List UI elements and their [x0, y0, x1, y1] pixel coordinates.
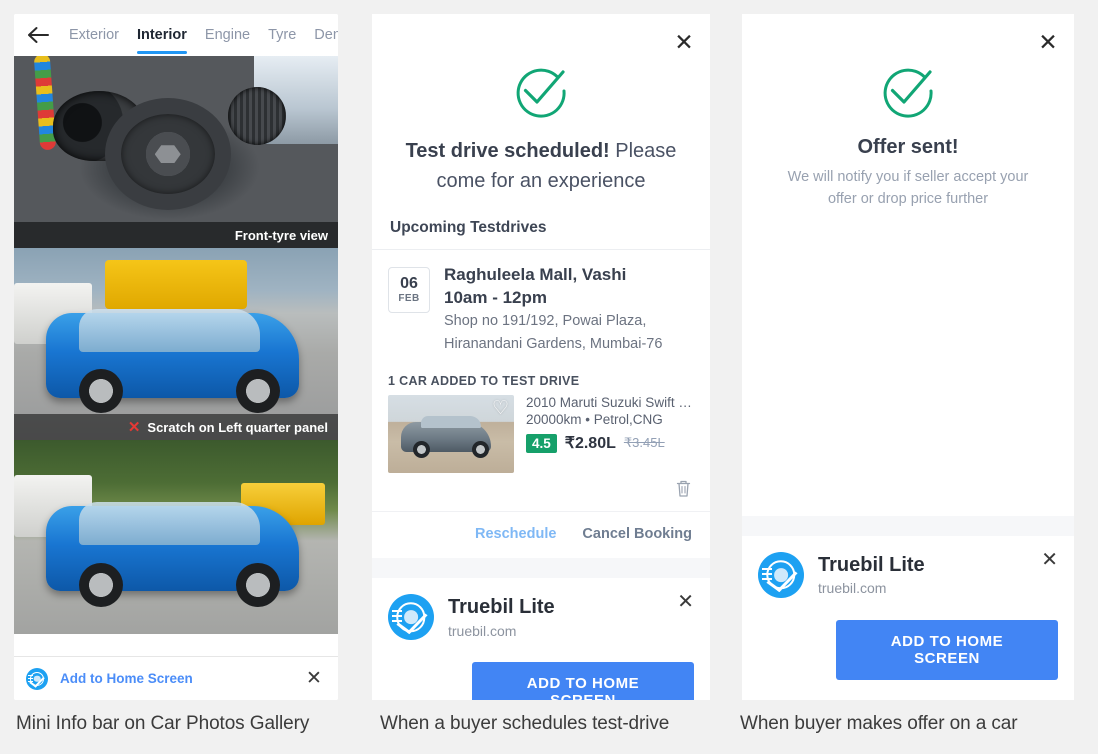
- car-details: 2010 Maruti Suzuki Swift XLI... 20000km …: [526, 395, 694, 473]
- car-thumbnail[interactable]: ♡: [388, 395, 514, 474]
- tab-engine[interactable]: Engine: [196, 14, 259, 56]
- booking-address-line-1: Shop no 191/192, Powai Plaza,: [444, 313, 647, 330]
- app-name: Truebil Lite: [818, 553, 925, 576]
- upcoming-testdrives-heading: Upcoming Testdrives: [372, 197, 710, 250]
- modal-gap: [372, 558, 710, 569]
- truebil-logo-icon: [26, 667, 48, 690]
- hanging-beads-decor: [33, 56, 57, 151]
- booking-month: FEB: [398, 293, 420, 305]
- install-banner-text: Truebil Lite truebil.com: [818, 554, 925, 597]
- install-banner-header: Truebil Lite truebil.com: [758, 552, 1058, 598]
- screenshot-stage: Exterior Interior Engine Tyre Den Front-…: [0, 0, 1098, 754]
- app-url: truebil.com: [818, 580, 887, 597]
- car-list-item[interactable]: ♡ 2010 Maruti Suzuki Swift XLI... 20000k…: [372, 395, 710, 474]
- booking-time: 10am - 12pm: [444, 287, 547, 307]
- photo-gallery[interactable]: Front-tyre view ✕ Scratch on Left quarte…: [14, 56, 338, 656]
- app-name: Truebil Lite: [448, 596, 555, 619]
- offer-success-subtitle-line-2: offer or drop price further: [827, 191, 989, 208]
- phone-frame-2: ✕ Test drive scheduled! Please come for …: [372, 14, 710, 700]
- category-tabbar[interactable]: Exterior Interior Engine Tyre Den: [14, 14, 338, 56]
- cancel-booking-button[interactable]: Cancel Booking: [582, 526, 692, 542]
- car-specs: 20000km • Petrol,CNG: [526, 412, 663, 428]
- offer-success-title: Offer sent!: [857, 136, 959, 158]
- close-icon[interactable]: ✕: [672, 30, 696, 54]
- offer-sent-modal: ✕ Offer sent! We will notify you if sell…: [742, 14, 1074, 516]
- tab-dents[interactable]: Den: [305, 14, 338, 56]
- photo-caption-2-text: Scratch on Left quarter panel: [147, 419, 328, 435]
- car-price-row: 4.5 ₹2.80L ₹3.45L: [526, 427, 694, 453]
- gallery-photo-quarter-panel[interactable]: ✕ Scratch on Left quarter panel: [14, 248, 338, 440]
- gallery-photo-side[interactable]: [14, 440, 338, 634]
- booking-entry[interactable]: 06 FEB Raghuleela Mall, Vashi 10am - 12p…: [372, 250, 710, 359]
- car-title: 2010 Maruti Suzuki Swift XLI...: [526, 395, 694, 411]
- car-wheel-front: [78, 369, 123, 414]
- panel-gallery: Exterior Interior Engine Tyre Den Front-…: [0, 0, 352, 754]
- install-banner-text: Truebil Lite truebil.com: [448, 596, 555, 639]
- app-url: truebil.com: [448, 622, 517, 639]
- booking-actions: Reschedule Cancel Booking: [372, 511, 710, 558]
- car-thumbnail-wheel-front: [413, 440, 431, 458]
- car-wheel-rear-2: [235, 562, 280, 607]
- panel-caption-2: When a buyer schedules test-drive: [380, 713, 670, 734]
- testdrive-scheduled-modal: ✕ Test drive scheduled! Please come for …: [372, 14, 710, 559]
- background-bus: [104, 259, 248, 310]
- car-wheel-rear: [235, 369, 280, 414]
- booking-address-line-2: Hiranandani Gardens, Mumbai-76: [444, 335, 663, 352]
- panel-caption-1: Mini Info bar on Car Photos Gallery: [16, 713, 310, 734]
- booking-details: Raghuleela Mall, Vashi 10am - 12pm Shop …: [444, 264, 662, 355]
- add-to-home-screen-button[interactable]: ADD TO HOME SCREEN: [472, 662, 694, 700]
- car-windows: [78, 309, 261, 352]
- install-banner-3: ✕ Truebil Lite truebil.com ADD TO HOME S…: [742, 536, 1074, 700]
- truebil-logo-icon: [388, 594, 434, 641]
- photo-caption-1: Front-tyre view: [14, 222, 338, 248]
- success-check-icon: [877, 60, 939, 122]
- close-icon[interactable]: ✕: [1041, 550, 1058, 570]
- tab-exterior[interactable]: Exterior: [60, 14, 128, 56]
- reschedule-button[interactable]: Reschedule: [475, 526, 556, 542]
- add-to-home-mini-bar[interactable]: Add to Home Screen ✕: [14, 656, 338, 700]
- car-price: ₹2.80L: [564, 435, 616, 453]
- offer-success-subtitle-line-1: We will notify you if seller accept your: [787, 169, 1029, 185]
- panel-testdrive: ✕ Test drive scheduled! Please come for …: [364, 0, 712, 754]
- car-remove-row: [372, 473, 710, 503]
- booking-day: 06: [400, 275, 418, 293]
- panel-offer: ✕ Offer sent! We will notify you if sell…: [724, 0, 1074, 754]
- phone-frame-3: ✕ Offer sent! We will notify you if sell…: [742, 14, 1074, 700]
- success-check-icon: [510, 60, 572, 122]
- close-icon[interactable]: ✕: [304, 669, 324, 688]
- booking-date-chip: 06 FEB: [388, 266, 430, 313]
- modal-gap: [742, 516, 1074, 526]
- install-banner-header: Truebil Lite truebil.com: [388, 594, 694, 641]
- heart-icon[interactable]: ♡: [492, 399, 509, 418]
- car-thumbnail-glass: [420, 415, 482, 429]
- booking-venue: Raghuleela Mall, Vashi: [444, 264, 627, 284]
- gallery-photo-interior[interactable]: Front-tyre view: [14, 56, 338, 248]
- phone-frame-1: Exterior Interior Engine Tyre Den Front-…: [14, 14, 338, 700]
- install-banner-2: ✕ Truebil Lite truebil.com ADD TO HOME S…: [372, 578, 710, 700]
- tab-tyre[interactable]: Tyre: [259, 14, 305, 56]
- add-to-home-label[interactable]: Add to Home Screen: [60, 671, 292, 686]
- defect-cross-icon: ✕: [127, 418, 141, 436]
- rating-badge: 4.5: [526, 433, 557, 453]
- testdrive-success-title-bold: Test drive scheduled!: [405, 140, 610, 162]
- car-price-original: ₹3.45L: [623, 435, 665, 451]
- photo-caption-2: ✕ Scratch on Left quarter panel: [14, 414, 338, 440]
- air-vent: [228, 86, 287, 145]
- car-wheel-front-2: [78, 562, 123, 607]
- add-to-home-screen-button[interactable]: ADD TO HOME SCREEN: [836, 620, 1058, 680]
- testdrive-success-title: Test drive scheduled! Please come for an…: [372, 122, 710, 197]
- trash-icon[interactable]: [675, 479, 692, 503]
- back-arrow-icon[interactable]: [24, 20, 54, 50]
- car-windows-2: [78, 502, 261, 545]
- close-icon[interactable]: ✕: [1036, 30, 1060, 54]
- car-thumbnail-wheel-rear: [471, 440, 489, 458]
- close-icon[interactable]: ✕: [677, 592, 694, 612]
- steering-wheel: [104, 98, 231, 211]
- panel-caption-3: When buyer makes offer on a car: [740, 713, 1018, 734]
- tab-interior[interactable]: Interior: [128, 14, 196, 56]
- truebil-logo-icon: [758, 552, 804, 598]
- photo-caption-1-text: Front-tyre view: [234, 227, 328, 243]
- cars-added-heading: 1 CAR ADDED TO TEST DRIVE: [388, 374, 580, 389]
